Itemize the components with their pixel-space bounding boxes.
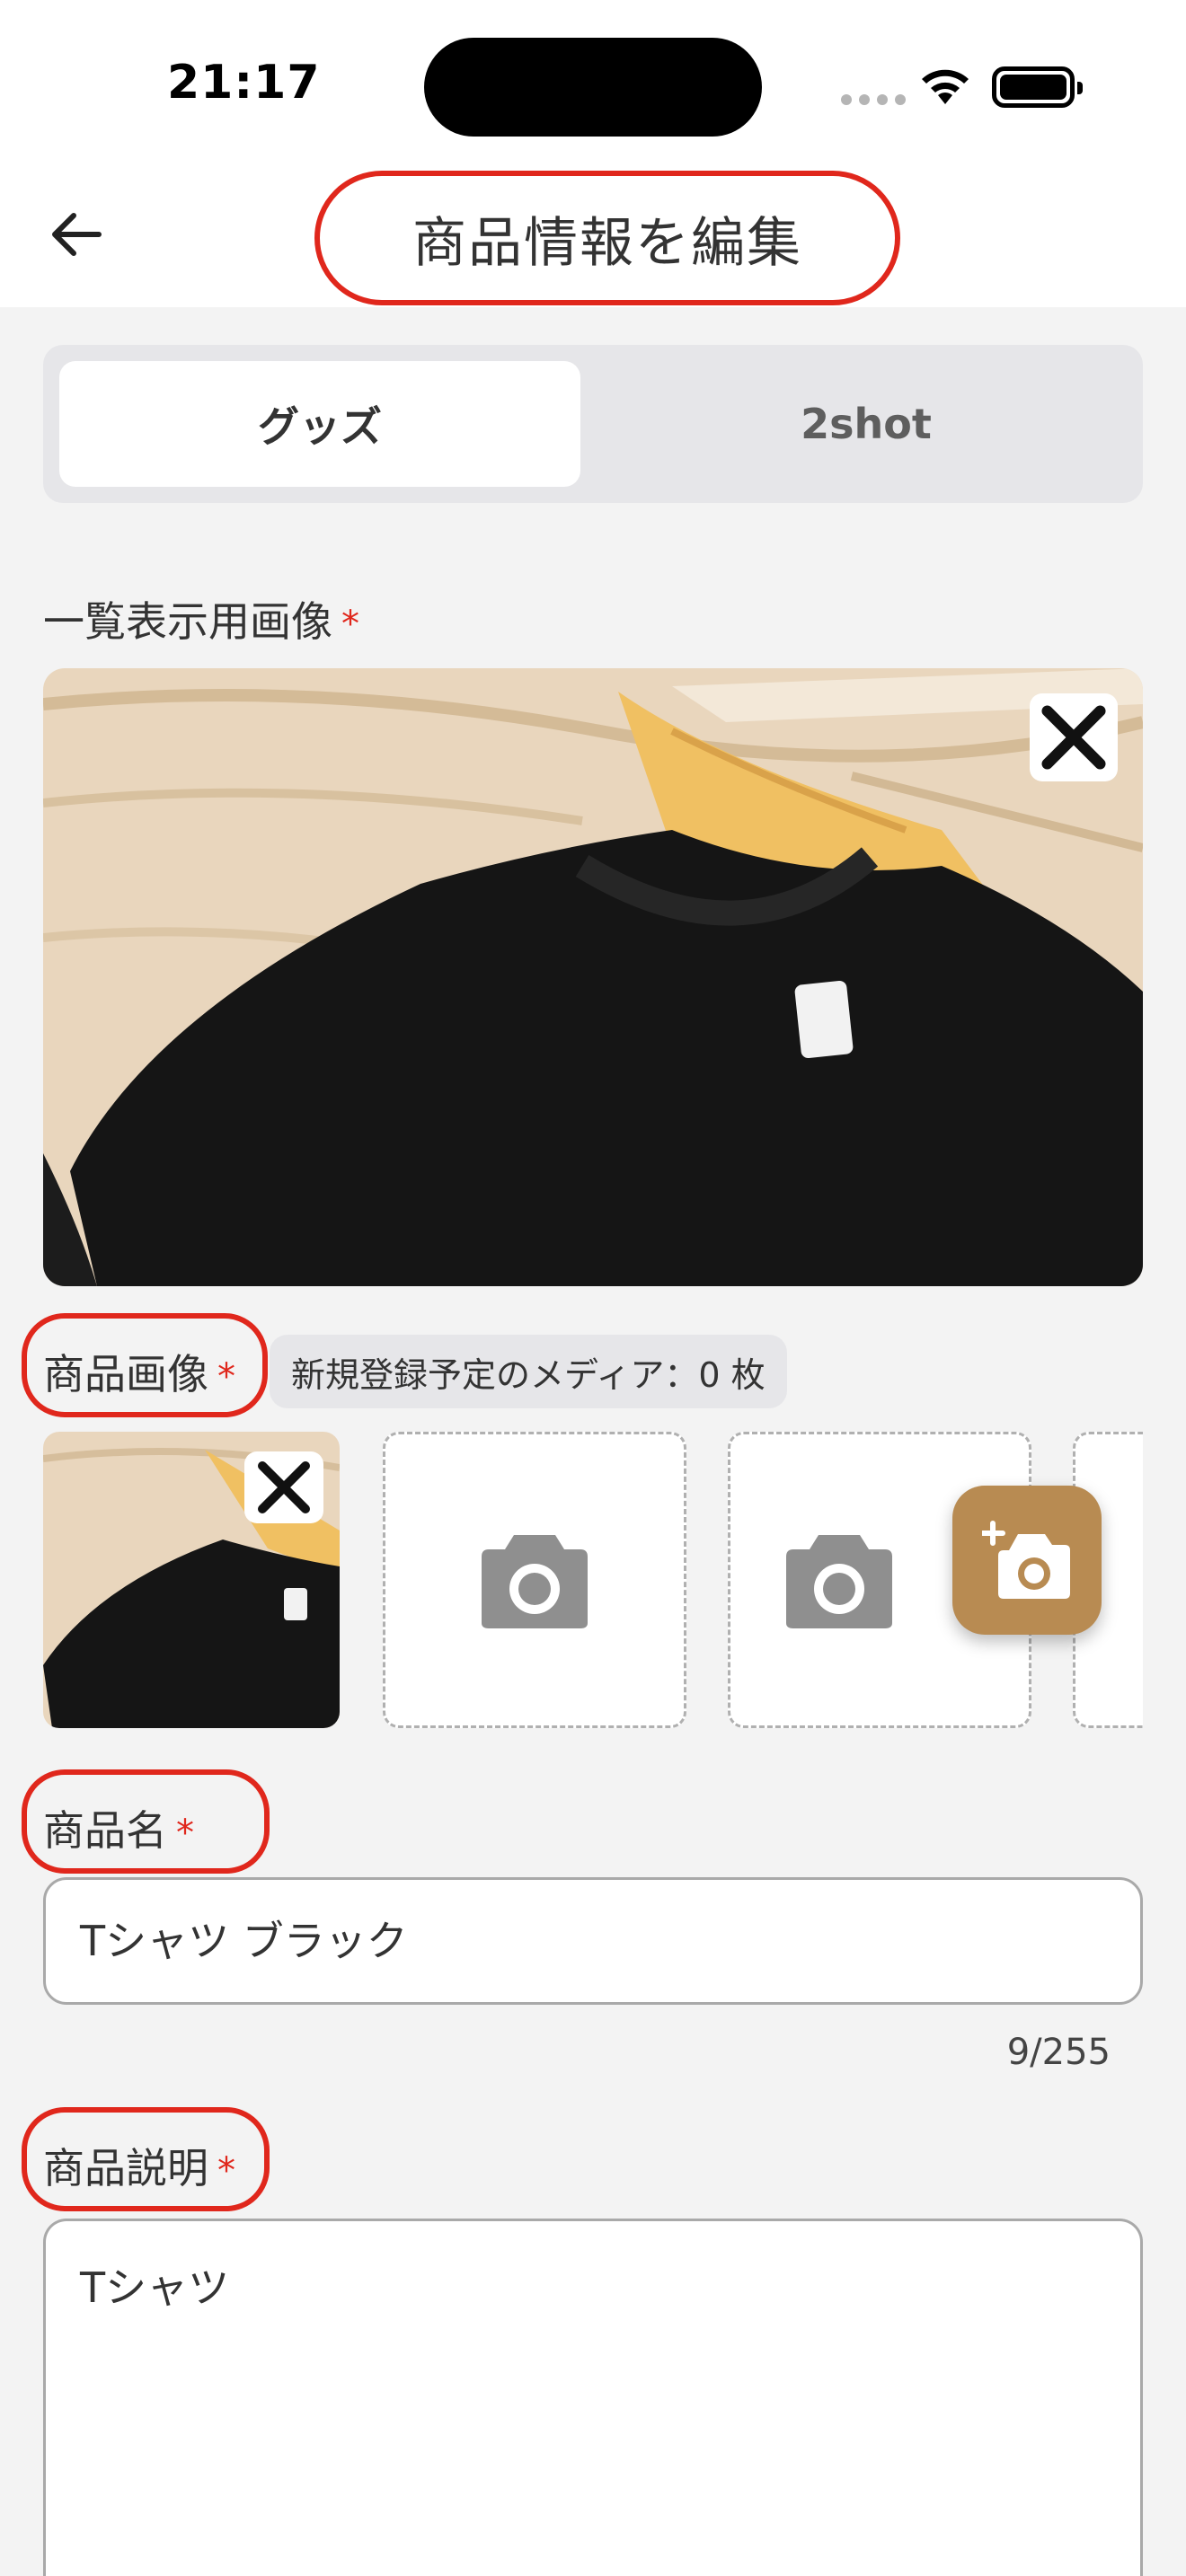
product-name-label-text: 商品名 [43, 1806, 167, 1855]
header: 商品情報を編集 [0, 171, 1186, 307]
status-time: 21:17 [167, 56, 321, 110]
product-type-tabs: グッズ 2shot [43, 345, 1143, 503]
product-description-textarea[interactable]: Tシャツ [43, 2219, 1143, 2576]
product-name-input[interactable]: Tシャツ ブラック [43, 1877, 1143, 2005]
add-photo-button[interactable] [952, 1486, 1102, 1635]
required-mark: * [176, 1813, 194, 1854]
required-mark: * [341, 604, 359, 645]
status-bar: 21:17 [0, 0, 1186, 171]
pending-media-badge: 新規登録予定のメディア：0 枚 [270, 1335, 787, 1408]
title-annotation-ring: 商品情報を編集 [314, 171, 900, 305]
product-name-char-counter: 9/255 [1006, 2032, 1111, 2073]
list-image-label: 一覧表示用画像 * [43, 589, 359, 648]
close-icon [258, 1461, 310, 1513]
close-icon [1041, 705, 1106, 770]
tab-goods[interactable]: グッズ [59, 361, 580, 487]
empty-image-slot[interactable] [383, 1432, 686, 1728]
page-title: 商品情報を編集 [412, 211, 802, 275]
wifi-icon [922, 69, 969, 104]
dynamic-island [424, 38, 762, 137]
required-mark: * [217, 1356, 235, 1398]
product-description-label-text: 商品説明 [43, 2144, 208, 2192]
list-image-label-text: 一覧表示用画像 [43, 597, 332, 646]
signal-dots-icon [841, 94, 906, 105]
product-images-label-text: 商品画像 [43, 1350, 208, 1398]
back-arrow-icon[interactable] [45, 203, 108, 266]
product-images-label: 商品画像 * [43, 1342, 235, 1401]
remove-product-image-button[interactable] [244, 1451, 323, 1523]
tshirt-photo [43, 668, 1143, 1286]
product-description-label: 商品説明 * [43, 2136, 235, 2195]
add-photo-icon [982, 1521, 1070, 1599]
product-name-label: 商品名 * [43, 1798, 194, 1857]
list-image-photo[interactable] [43, 668, 1143, 1286]
product-image-thumbnail[interactable] [43, 1432, 340, 1728]
battery-icon [992, 66, 1083, 108]
remove-list-image-button[interactable] [1030, 693, 1118, 781]
screen: 21:17 商品情報を編集 グッズ 2shot 一覧表示用画像 * 商品画像 *… [0, 0, 1186, 2576]
camera-icon [482, 1535, 588, 1628]
camera-icon [786, 1535, 892, 1628]
required-mark: * [217, 2150, 235, 2192]
tab-2shot[interactable]: 2shot [606, 361, 1127, 487]
